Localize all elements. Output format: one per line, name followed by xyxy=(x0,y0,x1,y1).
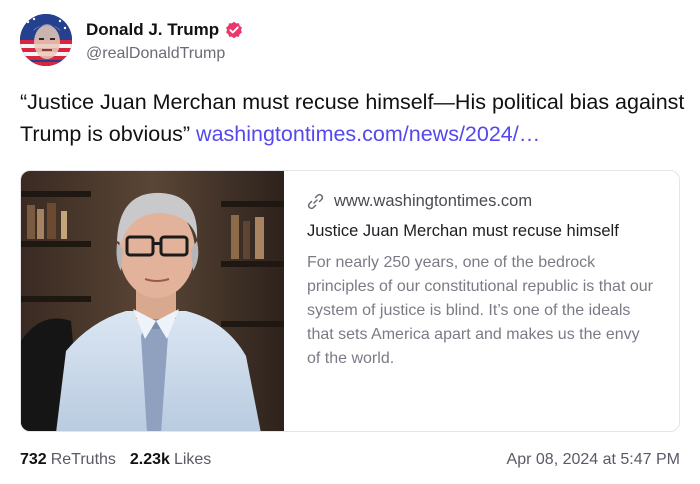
post-footer: 732 ReTruths 2.23k Likes Apr 08, 2024 at 5… xyxy=(20,448,680,472)
likes-label: Likes xyxy=(173,451,212,468)
card-title: Justice Juan Merchan must recuse himself xyxy=(307,222,619,240)
display-name-row: Donald J. Trump xyxy=(86,17,243,43)
likes-stat[interactable]: 2.23k Likes xyxy=(130,451,211,469)
post-timestamp[interactable]: Apr 08, 2024 at 5:47 PM xyxy=(507,451,680,469)
card-domain-row: www.washingtontimes.com xyxy=(307,189,657,213)
card-description: For nearly 250 years, one of the bedrock… xyxy=(307,254,653,367)
post-link[interactable]: washingtontimes.com/news/2024/… xyxy=(196,122,540,146)
author-names: Donald J. Trump @realDonaldTrump xyxy=(86,17,243,63)
link-preview-card[interactable]: www.washingtontimes.com Justice Juan Mer… xyxy=(20,170,680,432)
verified-badge-icon xyxy=(225,21,243,39)
retruths-label: ReTruths xyxy=(50,451,116,468)
post-text: “Justice Juan Merchan must recuse himsel… xyxy=(20,86,685,150)
card-thumbnail xyxy=(21,171,284,431)
card-domain: www.washingtontimes.com xyxy=(334,191,533,210)
display-name[interactable]: Donald J. Trump xyxy=(86,20,219,40)
author-handle[interactable]: @realDonaldTrump xyxy=(86,45,243,63)
avatar-image xyxy=(20,14,72,66)
post-header: Donald J. Trump @realDonaldTrump xyxy=(20,12,243,68)
truth-post: Donald J. Trump @realDonaldTrump “Justic… xyxy=(0,0,700,484)
retruths-count: 732 xyxy=(20,451,47,468)
card-body: www.washingtontimes.com Justice Juan Mer… xyxy=(307,189,657,371)
retruths-stat[interactable]: 732 ReTruths xyxy=(20,451,116,469)
likes-count: 2.23k xyxy=(129,451,170,468)
link-icon xyxy=(307,193,324,210)
avatar[interactable] xyxy=(20,14,72,66)
